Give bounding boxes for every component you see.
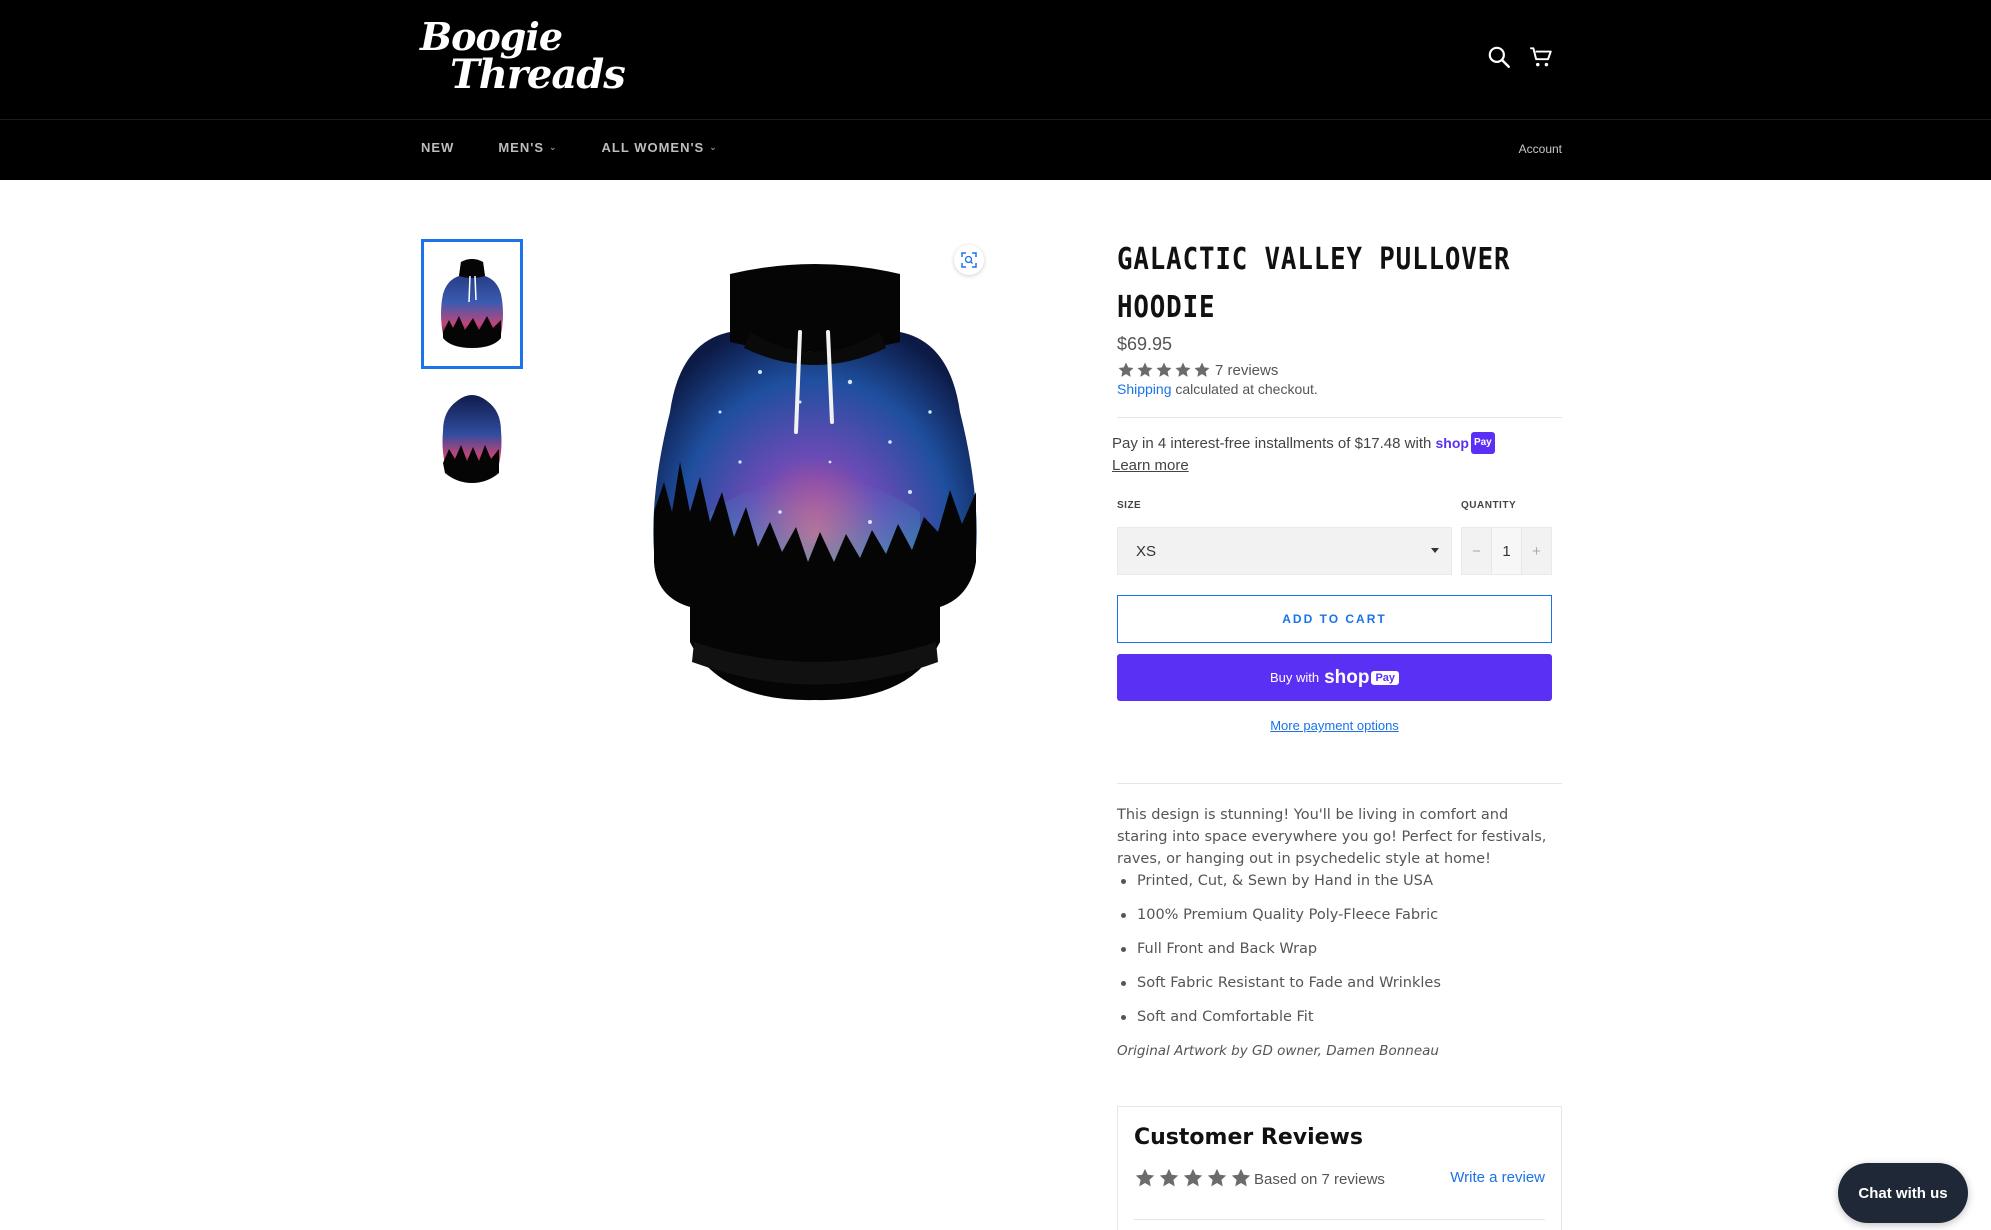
chevron-down-icon: ⌄	[549, 142, 558, 152]
size-label: SIZE	[1117, 500, 1142, 511]
product-title-line-1: GALACTIC VALLEY PULLOVER	[1117, 242, 1511, 277]
star-icon	[1207, 1168, 1227, 1187]
logo-line-2: Threads	[450, 51, 626, 98]
star-icon	[1231, 1168, 1251, 1187]
star-icon	[1194, 362, 1210, 377]
write-review-link[interactable]: Write a review	[1450, 1169, 1545, 1186]
main-nav: NEW MEN'S ⌄ ALL WOMEN'S ⌄	[421, 140, 762, 155]
learn-more-link[interactable]: Learn more	[1112, 457, 1189, 474]
reviews-title: Customer Reviews	[1134, 1125, 1363, 1150]
star-rating	[1117, 361, 1211, 379]
shoppay-word: shop	[1435, 435, 1469, 451]
product-main-image[interactable]	[650, 262, 980, 702]
caret-down-icon	[1431, 548, 1439, 553]
thumbnail-front[interactable]	[421, 239, 523, 369]
feature-list: Printed, Cut, & Sewn by Hand in the USA …	[1117, 870, 1562, 1040]
site-header: Boogie Threads NEW MEN'S ⌄ ALL WOMEN'S ⌄…	[0, 0, 1991, 180]
nav-item-all-womens[interactable]: ALL WOMEN'S ⌄	[602, 140, 718, 155]
more-payment-options-link[interactable]: More payment options	[1117, 718, 1552, 733]
product-description: This design is stunning! You'll be livin…	[1117, 804, 1562, 1062]
feature-item: Soft and Comfortable Fit	[1117, 1006, 1562, 1040]
pay-badge: Pay	[1371, 670, 1400, 685]
feature-item: Soft Fabric Resistant to Fade and Wrinkl…	[1117, 972, 1562, 1006]
divider	[1117, 417, 1562, 418]
based-on-reviews: Based on 7 reviews	[1254, 1171, 1385, 1188]
nav-item-label: MEN'S	[498, 140, 544, 155]
hoodie-front-thumbnail-image	[441, 259, 503, 348]
description-intro: This design is stunning! You'll be livin…	[1117, 807, 1547, 867]
feature-item: Printed, Cut, & Sewn by Hand in the USA	[1117, 870, 1562, 904]
search-icon[interactable]	[1486, 44, 1512, 70]
chat-button[interactable]: Chat with us	[1838, 1163, 1968, 1223]
customer-reviews: Customer Reviews Based on 7 reviews Writ…	[1117, 1106, 1562, 1230]
buy-with-shoppay-button[interactable]: Buy with shop Pay	[1117, 654, 1552, 701]
nav-item-label: ALL WOMEN'S	[601, 140, 705, 155]
product-title: GALACTIC VALLEY PULLOVER HOODIE	[1117, 236, 1530, 332]
shipping-text: calculated at checkout.	[1171, 381, 1318, 397]
shipping-note: Shipping calculated at checkout.	[1117, 381, 1562, 397]
feature-item: Full Front and Back Wrap	[1117, 938, 1562, 972]
buy-with-label: Buy with	[1269, 670, 1320, 685]
thumbnail-back[interactable]	[421, 372, 523, 502]
quantity-input[interactable]: 1	[1491, 528, 1522, 574]
shoppay-logo: shop Pay	[1436, 432, 1495, 454]
shipping-link[interactable]: Shipping	[1117, 381, 1172, 397]
size-select-value: XS	[1136, 542, 1157, 560]
rating-summary[interactable]: 7 reviews	[1117, 361, 1562, 379]
product-price: $69.95	[1117, 334, 1173, 354]
star-icon	[1135, 1168, 1155, 1187]
nav-item-new[interactable]: NEW	[421, 140, 454, 155]
quantity-decrease-button[interactable]: −	[1462, 528, 1491, 574]
quantity-label: QUANTITY	[1461, 500, 1517, 511]
artwork-credit: Original Artwork by GD owner, Damen Bonn…	[1117, 1043, 1439, 1059]
header-divider	[0, 119, 1991, 120]
account-link[interactable]: Account	[1519, 142, 1562, 156]
shoppay-pay: Pay	[1470, 432, 1495, 454]
feature-item: 100% Premium Quality Poly-Fleece Fabric	[1117, 904, 1562, 938]
star-icon	[1156, 362, 1172, 377]
nav-item-mens[interactable]: MEN'S ⌄	[498, 140, 557, 155]
reviews-star-rating	[1134, 1167, 1252, 1189]
shop-wordmark: shop	[1324, 666, 1370, 688]
star-icon	[1137, 362, 1153, 377]
hoodie-back-thumbnail-image	[442, 395, 502, 483]
logo[interactable]: Boogie Threads	[420, 18, 626, 98]
quantity-stepper: − 1 +	[1461, 527, 1552, 575]
cart-icon[interactable]	[1528, 44, 1554, 70]
star-icon	[1175, 362, 1191, 377]
divider	[1134, 1219, 1545, 1220]
installments-text: Pay in 4 interest-free installments of $…	[1112, 435, 1436, 452]
reviews-count: 7 reviews	[1215, 361, 1279, 379]
product-info: GALACTIC VALLEY PULLOVER HOODIE $69.95 7…	[1112, 236, 1562, 477]
divider	[1117, 783, 1562, 784]
installments-banner: Pay in 4 interest-free installments of $…	[1112, 432, 1562, 477]
star-icon	[1159, 1168, 1179, 1187]
nav-item-label: NEW	[421, 140, 455, 155]
star-icon	[1183, 1168, 1203, 1187]
quantity-increase-button[interactable]: +	[1522, 528, 1551, 574]
product-title-line-2: HOODIE	[1117, 290, 1216, 325]
star-icon	[1118, 362, 1134, 377]
chevron-down-icon: ⌄	[709, 142, 718, 152]
size-select[interactable]: XS	[1117, 527, 1452, 575]
add-to-cart-button[interactable]: ADD TO CART	[1117, 595, 1552, 643]
